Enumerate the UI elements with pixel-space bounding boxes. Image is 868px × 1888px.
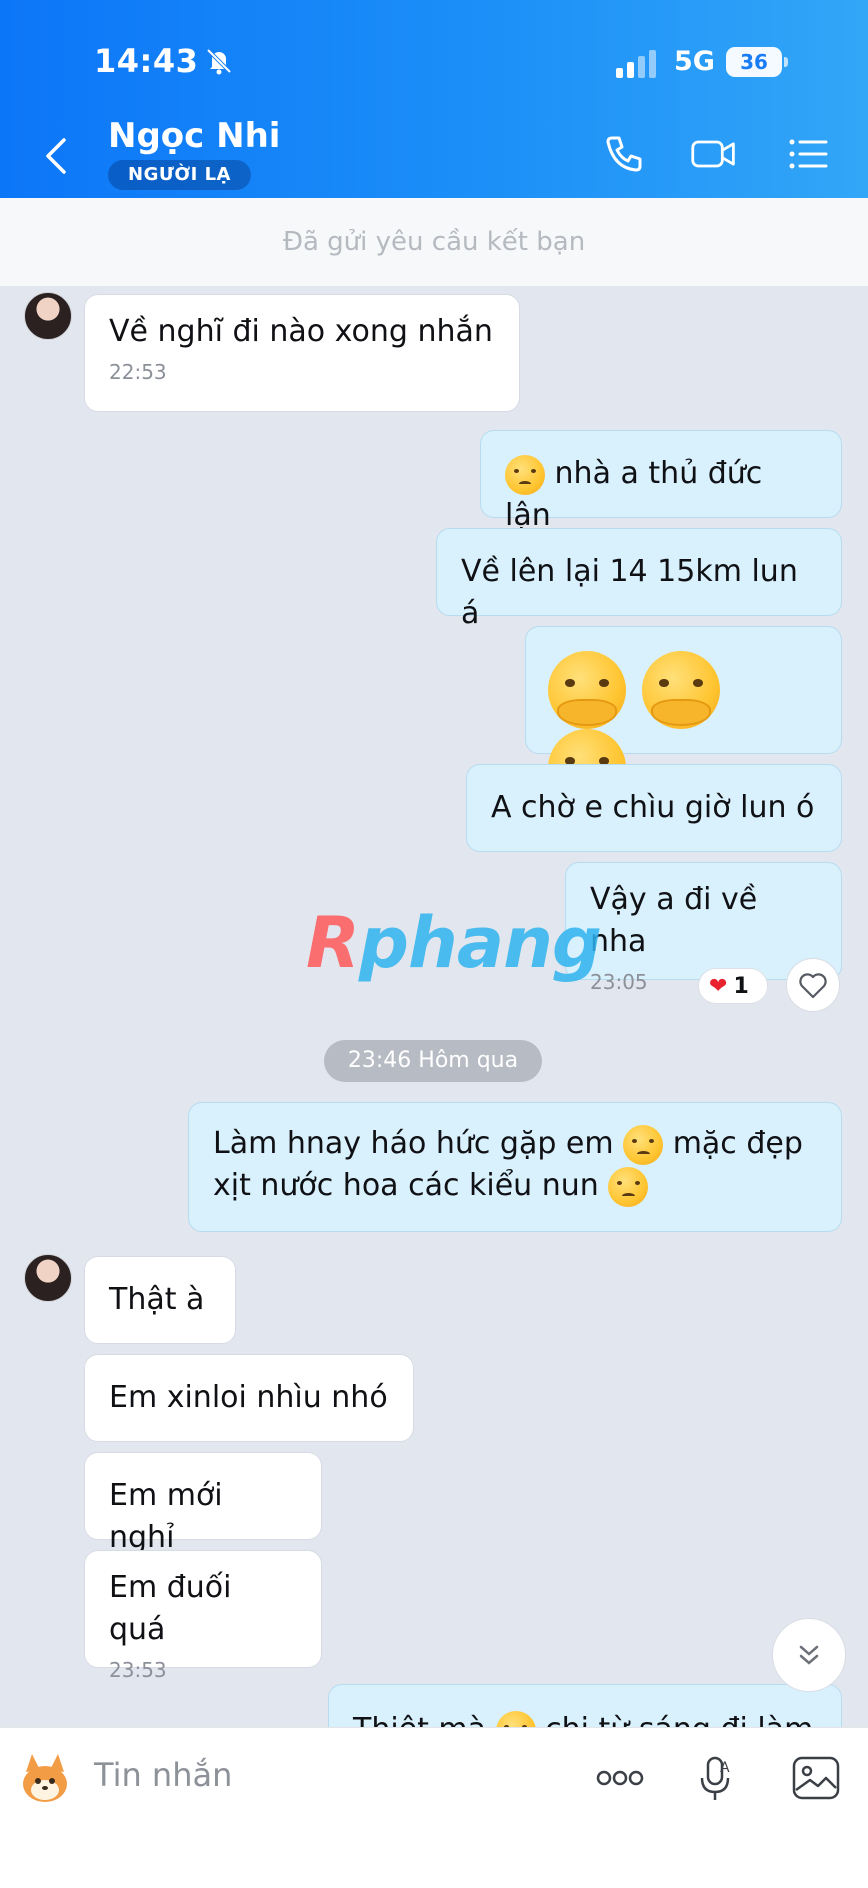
- message-text: Về lên lại 14 15km lun á: [461, 554, 798, 631]
- reaction-count: 1: [733, 974, 749, 999]
- image-gallery-icon[interactable]: [786, 1748, 846, 1808]
- contact-avatar[interactable]: [24, 1254, 72, 1302]
- scroll-to-bottom-button[interactable]: [772, 1618, 846, 1692]
- message-bubble-outgoing[interactable]: A chờ e chìu giờ lun ó: [466, 764, 842, 852]
- message-time: 23:53: [109, 1658, 167, 1682]
- friend-request-notice: Đã gửi yêu cầu kết bạn: [0, 198, 868, 286]
- reaction-badge[interactable]: ❤ 1: [698, 968, 768, 1004]
- message-bubble-incoming[interactable]: Em đuối quá 23:53: [84, 1550, 322, 1682]
- message-bubble-incoming[interactable]: Em xinloi nhìu nhó: [84, 1354, 414, 1442]
- heart-icon: ❤: [709, 974, 728, 999]
- message-bubble-emoji[interactable]: [525, 626, 842, 807]
- message-text: Em đuối quá: [109, 1570, 232, 1647]
- network-type: 5G: [674, 46, 715, 77]
- message-bubble-incoming[interactable]: Thật à: [84, 1256, 236, 1344]
- bell-muted-icon: [206, 48, 232, 75]
- message-bubble-incoming[interactable]: Về nghĩ đi nào xong nhắn 22:53: [84, 294, 520, 412]
- message-text: A chờ e chìu giờ lun ó: [491, 790, 815, 825]
- message-text: xịt nước hoa các kiểu nun: [213, 1168, 599, 1203]
- signal-icon: [616, 50, 656, 78]
- pleading-hands-face-emoji-icon: [548, 651, 626, 729]
- message-bubble-outgoing[interactable]: Làm hnay háo hức gặp em mặc đẹp xịt nước…: [188, 1102, 842, 1232]
- watermark-logo: Rphang: [306, 902, 602, 984]
- double-chevron-down-icon: [799, 1645, 819, 1665]
- contact-name[interactable]: Ngọc Nhi: [108, 116, 280, 156]
- back-arrow-icon[interactable]: [40, 134, 70, 178]
- voice-to-text-icon[interactable]: A: [686, 1748, 746, 1808]
- sticker-icon[interactable]: [14, 1748, 76, 1810]
- message-text: Thật à: [109, 1282, 205, 1317]
- status-time: 14:43: [94, 42, 199, 80]
- message-input-bar: Tin nhắn A: [0, 1727, 868, 1888]
- contact-avatar[interactable]: [24, 292, 72, 340]
- chat-header: 14:43 5G 36 Ngọc Nhi NGƯỜI LẠ: [0, 0, 868, 198]
- message-text: Làm hnay háo hức gặp em: [213, 1126, 614, 1161]
- battery-icon: 36: [726, 47, 788, 77]
- message-text: Về nghĩ đi nào xong nhắn: [109, 314, 493, 349]
- message-bubble-outgoing[interactable]: nhà a thủ đức lận: [480, 430, 842, 533]
- message-text: Em mới nghỉ: [109, 1478, 223, 1555]
- message-bubble-outgoing[interactable]: Về lên lại 14 15km lun á: [436, 528, 842, 631]
- message-bubble-incoming[interactable]: Em mới nghỉ: [84, 1452, 322, 1555]
- message-text: mặc đẹp: [672, 1126, 803, 1161]
- squinting-face-emoji-icon: [505, 454, 545, 495]
- stranger-badge: NGƯỜI LẠ: [108, 160, 251, 190]
- add-reaction-button[interactable]: [786, 958, 840, 1012]
- heart-outline-icon: [799, 973, 827, 999]
- message-time: 22:53: [109, 360, 167, 384]
- svg-text:A: A: [720, 1760, 730, 1776]
- message-input[interactable]: Tin nhắn: [94, 1756, 232, 1794]
- message-text: Vậy a đi về nha: [590, 882, 758, 959]
- date-separator: 23:46 Hôm qua: [324, 1040, 542, 1082]
- video-call-icon[interactable]: [690, 130, 738, 178]
- pleading-hands-face-emoji-icon: [642, 651, 720, 729]
- phone-call-icon[interactable]: [600, 130, 648, 178]
- menu-list-icon[interactable]: [784, 130, 832, 178]
- sad-face-emoji-icon: [608, 1166, 649, 1207]
- sad-face-emoji-icon: [623, 1124, 664, 1165]
- message-text: Em xinloi nhìu nhó: [109, 1380, 388, 1415]
- more-options-icon[interactable]: [590, 1748, 650, 1808]
